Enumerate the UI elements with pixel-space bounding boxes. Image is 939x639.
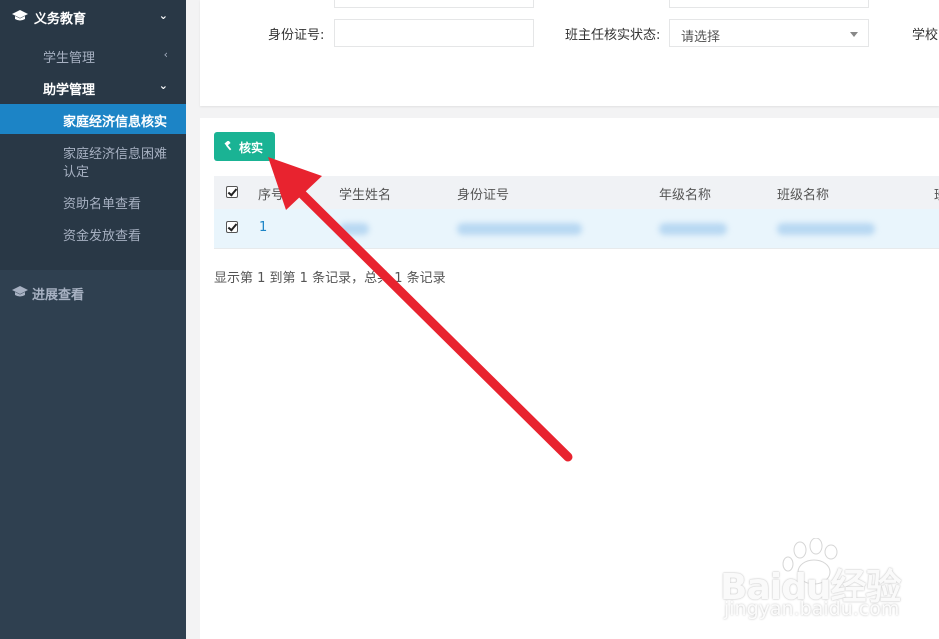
teacher-status-label: 班主任核实状态: — [565, 28, 661, 43]
sidebar-item-label: 资金发放查看 — [63, 229, 142, 244]
sidebar-item-label-line1: 家庭经济信息困难 — [63, 147, 168, 162]
column-header-class-name[interactable]: 班级名称 — [777, 184, 829, 203]
column-header-class-teacher[interactable]: 班 — [934, 184, 939, 203]
school-label: 学校 — [912, 28, 939, 43]
id-number-label: 身份证号: — [268, 28, 325, 43]
pagination-summary: 显示第 1 到第 1 条记录，总共 1 条记录 — [214, 271, 446, 286]
teacher-status-select[interactable]: 请选择 — [669, 19, 869, 47]
row-index: 1 — [259, 220, 268, 235]
select-above[interactable] — [669, 0, 869, 8]
sidebar-item-label-line2: 认定 — [63, 165, 90, 180]
column-header-grade-name[interactable]: 年级名称 — [659, 184, 711, 203]
redacted-grade-name — [659, 223, 727, 235]
sidebar-item-label: 助学管理 — [43, 83, 96, 98]
search-panel: 身份证号: 班主任核实状态: 请选择 学校 — [200, 0, 939, 106]
sidebar-item-aid-list[interactable]: 资助名单查看 — [0, 186, 186, 216]
watermark-url: jingyan.baidu.com — [724, 598, 900, 620]
column-header-id-number[interactable]: 身份证号 — [457, 184, 509, 203]
sidebar-section-label: 义务教育 — [34, 12, 87, 27]
graduation-cap-icon — [12, 10, 28, 21]
row-checkbox[interactable] — [226, 221, 238, 233]
gavel-icon — [224, 141, 232, 151]
redacted-id-number — [457, 223, 582, 235]
sidebar-item-label: 资助名单查看 — [63, 197, 142, 212]
id-number-input[interactable] — [334, 19, 534, 47]
table-row[interactable]: 1 — [214, 209, 939, 249]
sidebar-item-label: 家庭经济信息核实 — [63, 115, 168, 130]
sidebar-item-family-difficulty-identify[interactable]: 家庭经济信息困难 认定 — [0, 136, 186, 182]
redacted-class-name — [777, 223, 875, 235]
sidebar-item-student-management[interactable]: 学生管理 ‹ — [0, 40, 186, 70]
redacted-student-name — [339, 223, 369, 235]
chevron-left-icon: ‹ — [163, 48, 168, 61]
sidebar-item-fund-distribution[interactable]: 资金发放查看 — [0, 218, 186, 248]
sidebar-section-compulsory-education[interactable]: 义务教育 ⌄ — [0, 0, 186, 32]
sidebar-item-label: 学生管理 — [43, 51, 96, 66]
select-all-checkbox[interactable] — [226, 186, 238, 198]
sidebar-section-progress[interactable]: 进展查看 — [0, 276, 186, 308]
table-header: 序号 学生姓名 身份证号 年级名称 班级名称 班 — [214, 176, 939, 209]
sidebar-item-financial-aid[interactable]: 助学管理 ⌄ — [0, 72, 186, 102]
verify-button-label: 核实 — [239, 141, 264, 155]
column-header-index[interactable]: 序号 — [258, 184, 284, 203]
text-input-above[interactable] — [334, 0, 534, 8]
caret-down-icon — [850, 32, 858, 37]
verify-button[interactable]: 核实 — [214, 132, 275, 161]
chevron-down-icon: ⌄ — [158, 9, 168, 22]
sidebar-item-family-economic-verify[interactable]: 家庭经济信息核实 — [0, 104, 186, 134]
chevron-down-icon: ⌄ — [158, 79, 168, 92]
graduation-cap-icon — [12, 286, 28, 297]
sidebar-section-label: 进展查看 — [32, 288, 85, 303]
sidebar: 义务教育 ⌄ 学生管理 ‹ 助学管理 ⌄ 家庭经济信息核实 家庭经济信息困难 认… — [0, 0, 186, 639]
column-header-student-name[interactable]: 学生姓名 — [339, 184, 391, 203]
teacher-status-value: 请选择 — [681, 30, 721, 45]
